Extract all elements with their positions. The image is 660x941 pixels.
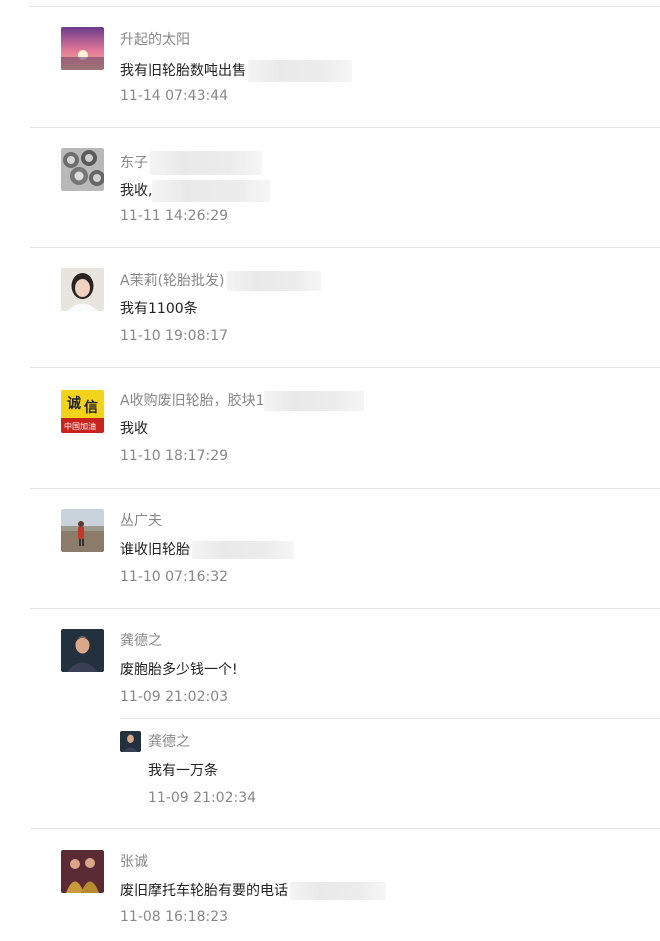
divider xyxy=(30,828,660,829)
comment-text: 废胞胎多少钱一个! xyxy=(120,662,238,678)
comment-time: 11-10 19:08:17 xyxy=(120,328,229,344)
reply-time: 11-09 21:02:34 xyxy=(148,790,257,806)
comment-text-value: 谁收旧轮胎 xyxy=(120,542,190,558)
author-name-value: A收购废旧轮胎，胶块1 xyxy=(120,393,265,409)
divider xyxy=(30,247,660,248)
divider xyxy=(30,608,660,609)
comment-author[interactable]: 丛广夫 xyxy=(120,512,162,530)
author-name-value: 东子 xyxy=(120,155,148,171)
comment-text-value: 我收, xyxy=(120,183,153,199)
redacted-block xyxy=(226,271,321,291)
reply-item: 龚德之 我有一万条 11-09 21:02:34 xyxy=(120,718,660,806)
comment-text: 谁收旧轮胎 xyxy=(120,541,294,559)
tire-pile-avatar[interactable] xyxy=(61,148,104,191)
comment-author[interactable]: 东子 xyxy=(120,151,262,175)
woman-avatar[interactable] xyxy=(61,268,104,311)
man-portrait-avatar[interactable] xyxy=(120,731,141,752)
sunrise-avatar[interactable] xyxy=(61,27,104,70)
redacted-block xyxy=(290,882,386,900)
man-portrait-avatar[interactable] xyxy=(61,629,104,672)
comment-text: 废旧摩托车轮胎有要的电话 xyxy=(120,882,386,900)
comment-text-value: 我有旧轮胎数吨出售 xyxy=(120,63,246,79)
comment-text: 我有1100条 xyxy=(120,301,198,317)
comment-time: 11-14 07:43:44 xyxy=(120,88,229,104)
comment-time: 11-10 18:17:29 xyxy=(120,448,229,464)
comment-text: 我有旧轮胎数吨出售 xyxy=(120,60,352,82)
comment-author[interactable]: 张诚 xyxy=(120,853,148,871)
avatar-banner-text: 中国加油 xyxy=(64,421,96,431)
reply-author[interactable]: 龚德之 xyxy=(148,733,190,751)
redacted-block xyxy=(248,60,352,82)
avatar-char-cheng: 诚 xyxy=(67,395,81,412)
two-people-avatar[interactable] xyxy=(61,850,104,893)
redacted-block xyxy=(192,541,294,559)
comment-text-value: 废旧摩托车轮胎有要的电话 xyxy=(120,883,288,899)
redacted-block xyxy=(150,151,262,175)
reply-text: 我有一万条 xyxy=(148,763,218,779)
comment-text: 我收, xyxy=(120,180,271,202)
divider xyxy=(30,127,660,128)
comment-time: 11-10 07:16:32 xyxy=(120,569,229,585)
avatar-char-xin: 信 xyxy=(84,399,98,416)
redacted-block xyxy=(152,180,271,202)
comment-author[interactable]: A收购废旧轮胎，胶块1 xyxy=(120,391,365,411)
redacted-block xyxy=(264,391,365,411)
comment-time: 11-09 21:02:03 xyxy=(120,689,229,705)
comment-author[interactable]: 升起的太阳 xyxy=(120,31,190,49)
comment-author[interactable]: A茉莉(轮胎批发) xyxy=(120,271,321,291)
comment-text: 我收 xyxy=(120,421,148,437)
top-divider xyxy=(30,6,660,7)
integrity-sign-avatar[interactable]: 诚 信 中国加油 xyxy=(61,390,104,433)
comment-author[interactable]: 龚德之 xyxy=(120,632,162,650)
comment-time: 11-11 14:26:29 xyxy=(120,208,229,224)
comment-time: 11-08 16:18:23 xyxy=(120,909,229,925)
divider xyxy=(30,367,660,368)
landscape-person-avatar[interactable] xyxy=(61,509,104,552)
author-name-value: A茉莉(轮胎批发) xyxy=(120,273,225,289)
divider xyxy=(30,488,660,489)
